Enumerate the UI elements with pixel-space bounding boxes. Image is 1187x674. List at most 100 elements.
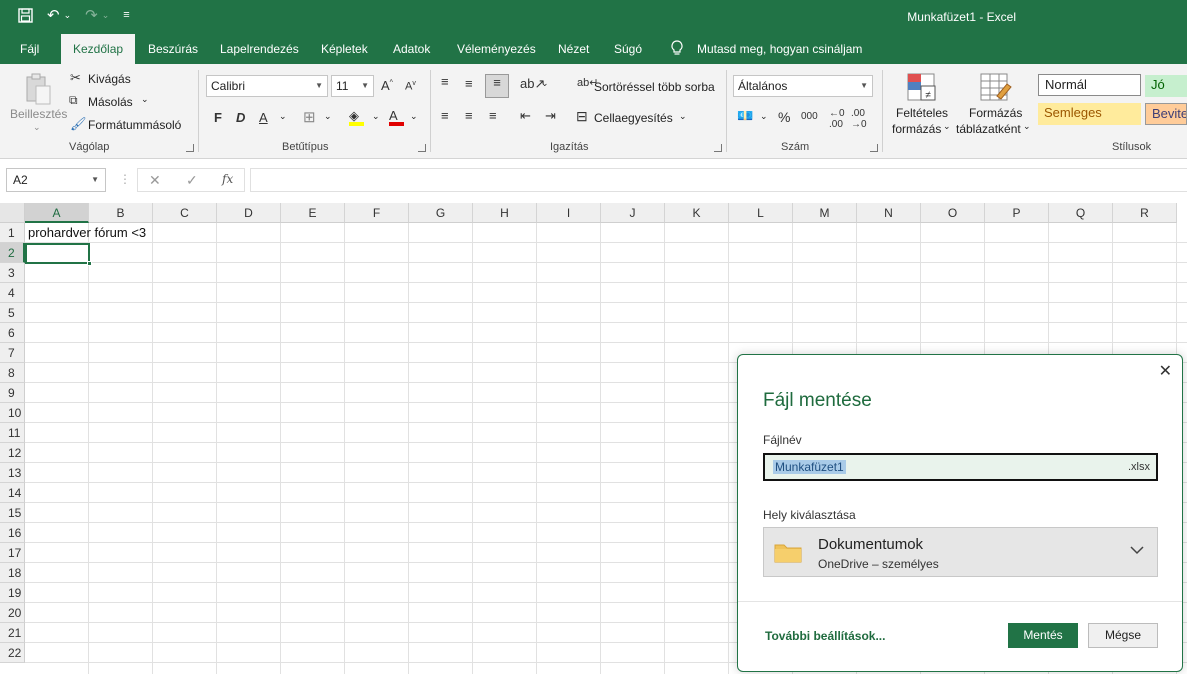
style-neutral[interactable]: Semleges bbox=[1038, 103, 1141, 125]
tab-review[interactable]: Véleményezés bbox=[457, 34, 536, 64]
column-header[interactable]: F bbox=[345, 203, 409, 223]
fill-color-icon[interactable]: ◈ bbox=[349, 108, 364, 126]
row-header[interactable]: 15 bbox=[0, 503, 25, 523]
increase-indent-icon[interactable]: ⇥ bbox=[545, 108, 556, 124]
row-header[interactable]: 5 bbox=[0, 303, 25, 323]
row-header[interactable]: 4 bbox=[0, 283, 25, 303]
decrease-indent-icon[interactable]: ⇤ bbox=[520, 108, 531, 124]
decrease-font-icon[interactable]: Av bbox=[405, 80, 416, 93]
borders-dropdown-icon[interactable]: ⌄ bbox=[324, 111, 332, 122]
font-launcher-icon[interactable] bbox=[418, 144, 426, 152]
format-as-table-dropdown-icon[interactable]: ⌄ bbox=[1023, 121, 1031, 132]
accounting-format-icon[interactable]: 💶 bbox=[737, 108, 753, 124]
column-header[interactable]: G bbox=[409, 203, 473, 223]
more-options-link[interactable]: További beállítások... bbox=[765, 629, 885, 643]
paste-icon[interactable] bbox=[24, 72, 54, 106]
row-header[interactable]: 9 bbox=[0, 383, 25, 403]
align-center-icon[interactable]: ≡ bbox=[465, 108, 473, 123]
column-header[interactable]: M bbox=[793, 203, 857, 223]
confirm-entry-icon[interactable]: ✓ bbox=[186, 172, 198, 189]
save-button[interactable]: Mentés bbox=[1008, 623, 1078, 648]
increase-decimal-icon[interactable]: ←0.00 bbox=[829, 108, 845, 130]
cell-a1[interactable]: prohardver fórum <3 bbox=[28, 225, 146, 240]
align-top-icon[interactable]: ≡ bbox=[441, 74, 449, 89]
column-header[interactable]: I bbox=[537, 203, 601, 223]
font-color-dropdown-icon[interactable]: ⌄ bbox=[410, 111, 418, 122]
column-header[interactable]: J bbox=[601, 203, 665, 223]
percent-button[interactable]: % bbox=[778, 109, 790, 125]
format-painter-button[interactable]: Formátummásoló bbox=[88, 118, 181, 132]
format-as-table-icon[interactable] bbox=[979, 72, 1013, 104]
orientation-dropdown-icon[interactable]: ⌄ bbox=[541, 78, 549, 89]
column-header[interactable]: L bbox=[729, 203, 793, 223]
clipboard-launcher-icon[interactable] bbox=[186, 144, 194, 152]
active-cell[interactable] bbox=[25, 243, 90, 264]
conditional-formatting-button-line2[interactable]: formázás bbox=[892, 122, 941, 136]
borders-icon[interactable]: ⊞ bbox=[303, 108, 316, 126]
alignment-launcher-icon[interactable] bbox=[714, 144, 722, 152]
tab-view[interactable]: Nézet bbox=[558, 34, 589, 64]
copy-dropdown-icon[interactable]: ⌄ bbox=[141, 94, 149, 105]
format-as-table-button[interactable]: Formázás bbox=[969, 106, 1022, 120]
column-header[interactable]: O bbox=[921, 203, 985, 223]
decrease-decimal-icon[interactable]: .00 →0 bbox=[851, 108, 867, 130]
row-header[interactable]: 6 bbox=[0, 323, 25, 343]
fill-handle[interactable] bbox=[87, 261, 92, 266]
fill-color-dropdown-icon[interactable]: ⌄ bbox=[372, 111, 380, 122]
align-left-icon[interactable]: ≡ bbox=[441, 108, 449, 123]
copy-icon[interactable]: ⧉ bbox=[69, 93, 78, 108]
column-header[interactable]: B bbox=[89, 203, 153, 223]
tab-help[interactable]: Súgó bbox=[614, 34, 642, 64]
column-header[interactable]: N bbox=[857, 203, 921, 223]
wrap-text-button[interactable]: Sortöréssel több sorba bbox=[594, 80, 715, 94]
row-header[interactable]: 12 bbox=[0, 443, 25, 463]
number-launcher-icon[interactable] bbox=[870, 144, 878, 152]
row-header[interactable]: 11 bbox=[0, 423, 25, 443]
insert-function-icon[interactable]: fx bbox=[222, 172, 233, 186]
row-header[interactable]: 21 bbox=[0, 623, 25, 643]
thousands-separator-button[interactable]: 000 bbox=[801, 111, 818, 122]
column-header[interactable]: H bbox=[473, 203, 537, 223]
font-size-select[interactable]: 11 ▼ bbox=[331, 75, 374, 97]
row-header[interactable]: 8 bbox=[0, 363, 25, 383]
column-header[interactable]: A bbox=[25, 203, 89, 223]
paste-button[interactable]: Beillesztés bbox=[10, 107, 67, 121]
row-header[interactable]: 18 bbox=[0, 563, 25, 583]
row-header[interactable]: 22 bbox=[0, 643, 25, 663]
row-header[interactable]: 7 bbox=[0, 343, 25, 363]
style-normal[interactable]: Normál bbox=[1038, 74, 1141, 96]
row-header[interactable]: 2 bbox=[0, 243, 25, 263]
column-header[interactable]: K bbox=[665, 203, 729, 223]
underline-button[interactable]: A bbox=[259, 110, 268, 125]
merge-icon[interactable]: ⊟ bbox=[576, 108, 588, 125]
conditional-formatting-button[interactable]: Feltételes bbox=[896, 106, 948, 120]
column-header[interactable]: P bbox=[985, 203, 1049, 223]
tab-data[interactable]: Adatok bbox=[393, 34, 430, 64]
italic-button[interactable]: D bbox=[236, 110, 245, 125]
format-as-table-button-line2[interactable]: táblázatként bbox=[956, 122, 1021, 136]
close-icon[interactable]: ✕ bbox=[1159, 361, 1172, 381]
row-header[interactable]: 19 bbox=[0, 583, 25, 603]
name-box[interactable]: A2 ▼ bbox=[6, 168, 106, 192]
column-header[interactable]: E bbox=[281, 203, 345, 223]
column-header[interactable]: R bbox=[1113, 203, 1177, 223]
row-header[interactable]: 20 bbox=[0, 603, 25, 623]
style-good[interactable]: Jó bbox=[1145, 75, 1187, 97]
tell-me-search[interactable]: Mutasd meg, hogyan csináljam bbox=[697, 34, 862, 64]
filename-input[interactable]: Munkafüzet1 .xlsx bbox=[763, 453, 1158, 481]
cancel-entry-icon[interactable]: ✕ bbox=[149, 172, 161, 189]
merge-dropdown-icon[interactable]: ⌄ bbox=[679, 111, 687, 122]
align-bottom-icon[interactable]: ≡ bbox=[485, 74, 509, 98]
tab-page-layout[interactable]: Lapelrendezés bbox=[220, 34, 299, 64]
number-format-select[interactable]: Általános ▼ bbox=[733, 75, 873, 97]
column-header[interactable]: Q bbox=[1049, 203, 1113, 223]
paste-dropdown-icon[interactable]: ⌄ bbox=[33, 122, 41, 133]
column-header[interactable]: C bbox=[153, 203, 217, 223]
scissors-icon[interactable]: ✂ bbox=[70, 70, 81, 86]
copy-button[interactable]: Másolás bbox=[88, 95, 133, 109]
tab-home[interactable]: Kezdőlap bbox=[61, 34, 136, 64]
align-right-icon[interactable]: ≡ bbox=[489, 108, 497, 123]
tab-formulas[interactable]: Képletek bbox=[321, 34, 368, 64]
underline-dropdown-icon[interactable]: ⌄ bbox=[279, 111, 287, 122]
row-header[interactable]: 10 bbox=[0, 403, 25, 423]
